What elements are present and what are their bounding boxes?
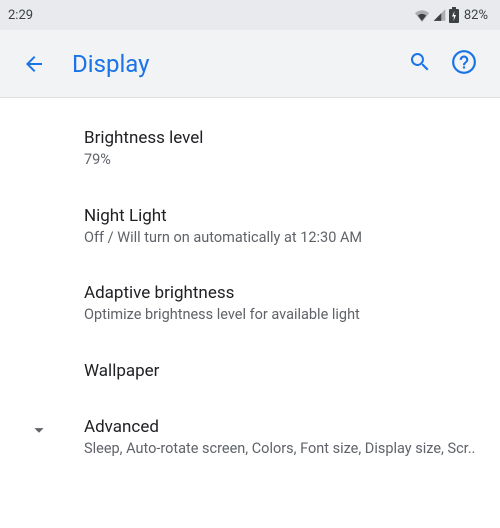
item-subtitle: 79% — [84, 150, 476, 170]
item-advanced[interactable]: Advanced Sleep, Auto-rotate screen, Colo… — [0, 399, 500, 477]
status-time: 2:29 — [8, 8, 33, 23]
item-subtitle: Optimize brightness level for available … — [84, 305, 476, 325]
back-button[interactable] — [14, 44, 54, 84]
item-title: Night Light — [84, 206, 476, 226]
app-bar: Display — [0, 30, 500, 98]
item-subtitle: Sleep, Auto-rotate screen, Colors, Font … — [84, 439, 476, 459]
item-brightness-level[interactable]: Brightness level 79% — [0, 110, 500, 188]
item-night-light[interactable]: Night Light Off / Will turn on automatic… — [0, 188, 500, 266]
item-title: Brightness level — [84, 128, 476, 148]
chevron-down-icon — [28, 419, 50, 445]
help-icon — [451, 49, 477, 79]
settings-list: Brightness level 79% Night Light Off / W… — [0, 98, 500, 476]
search-button[interactable] — [398, 42, 442, 86]
battery-percent: 82% — [464, 8, 488, 23]
item-wallpaper[interactable]: Wallpaper — [0, 343, 500, 399]
help-button[interactable] — [442, 42, 486, 86]
cellular-icon — [432, 8, 447, 22]
battery-icon — [449, 7, 459, 23]
wifi-icon — [414, 8, 430, 22]
status-bar: 2:29 82% — [0, 0, 500, 30]
search-icon — [408, 50, 432, 78]
item-adaptive-brightness[interactable]: Adaptive brightness Optimize brightness … — [0, 265, 500, 343]
item-title: Adaptive brightness — [84, 283, 476, 303]
item-title: Advanced — [84, 417, 476, 437]
status-indicators: 82% — [414, 7, 488, 23]
page-title: Display — [72, 50, 398, 78]
item-title: Wallpaper — [84, 361, 476, 381]
item-subtitle: Off / Will turn on automatically at 12:3… — [84, 228, 476, 248]
